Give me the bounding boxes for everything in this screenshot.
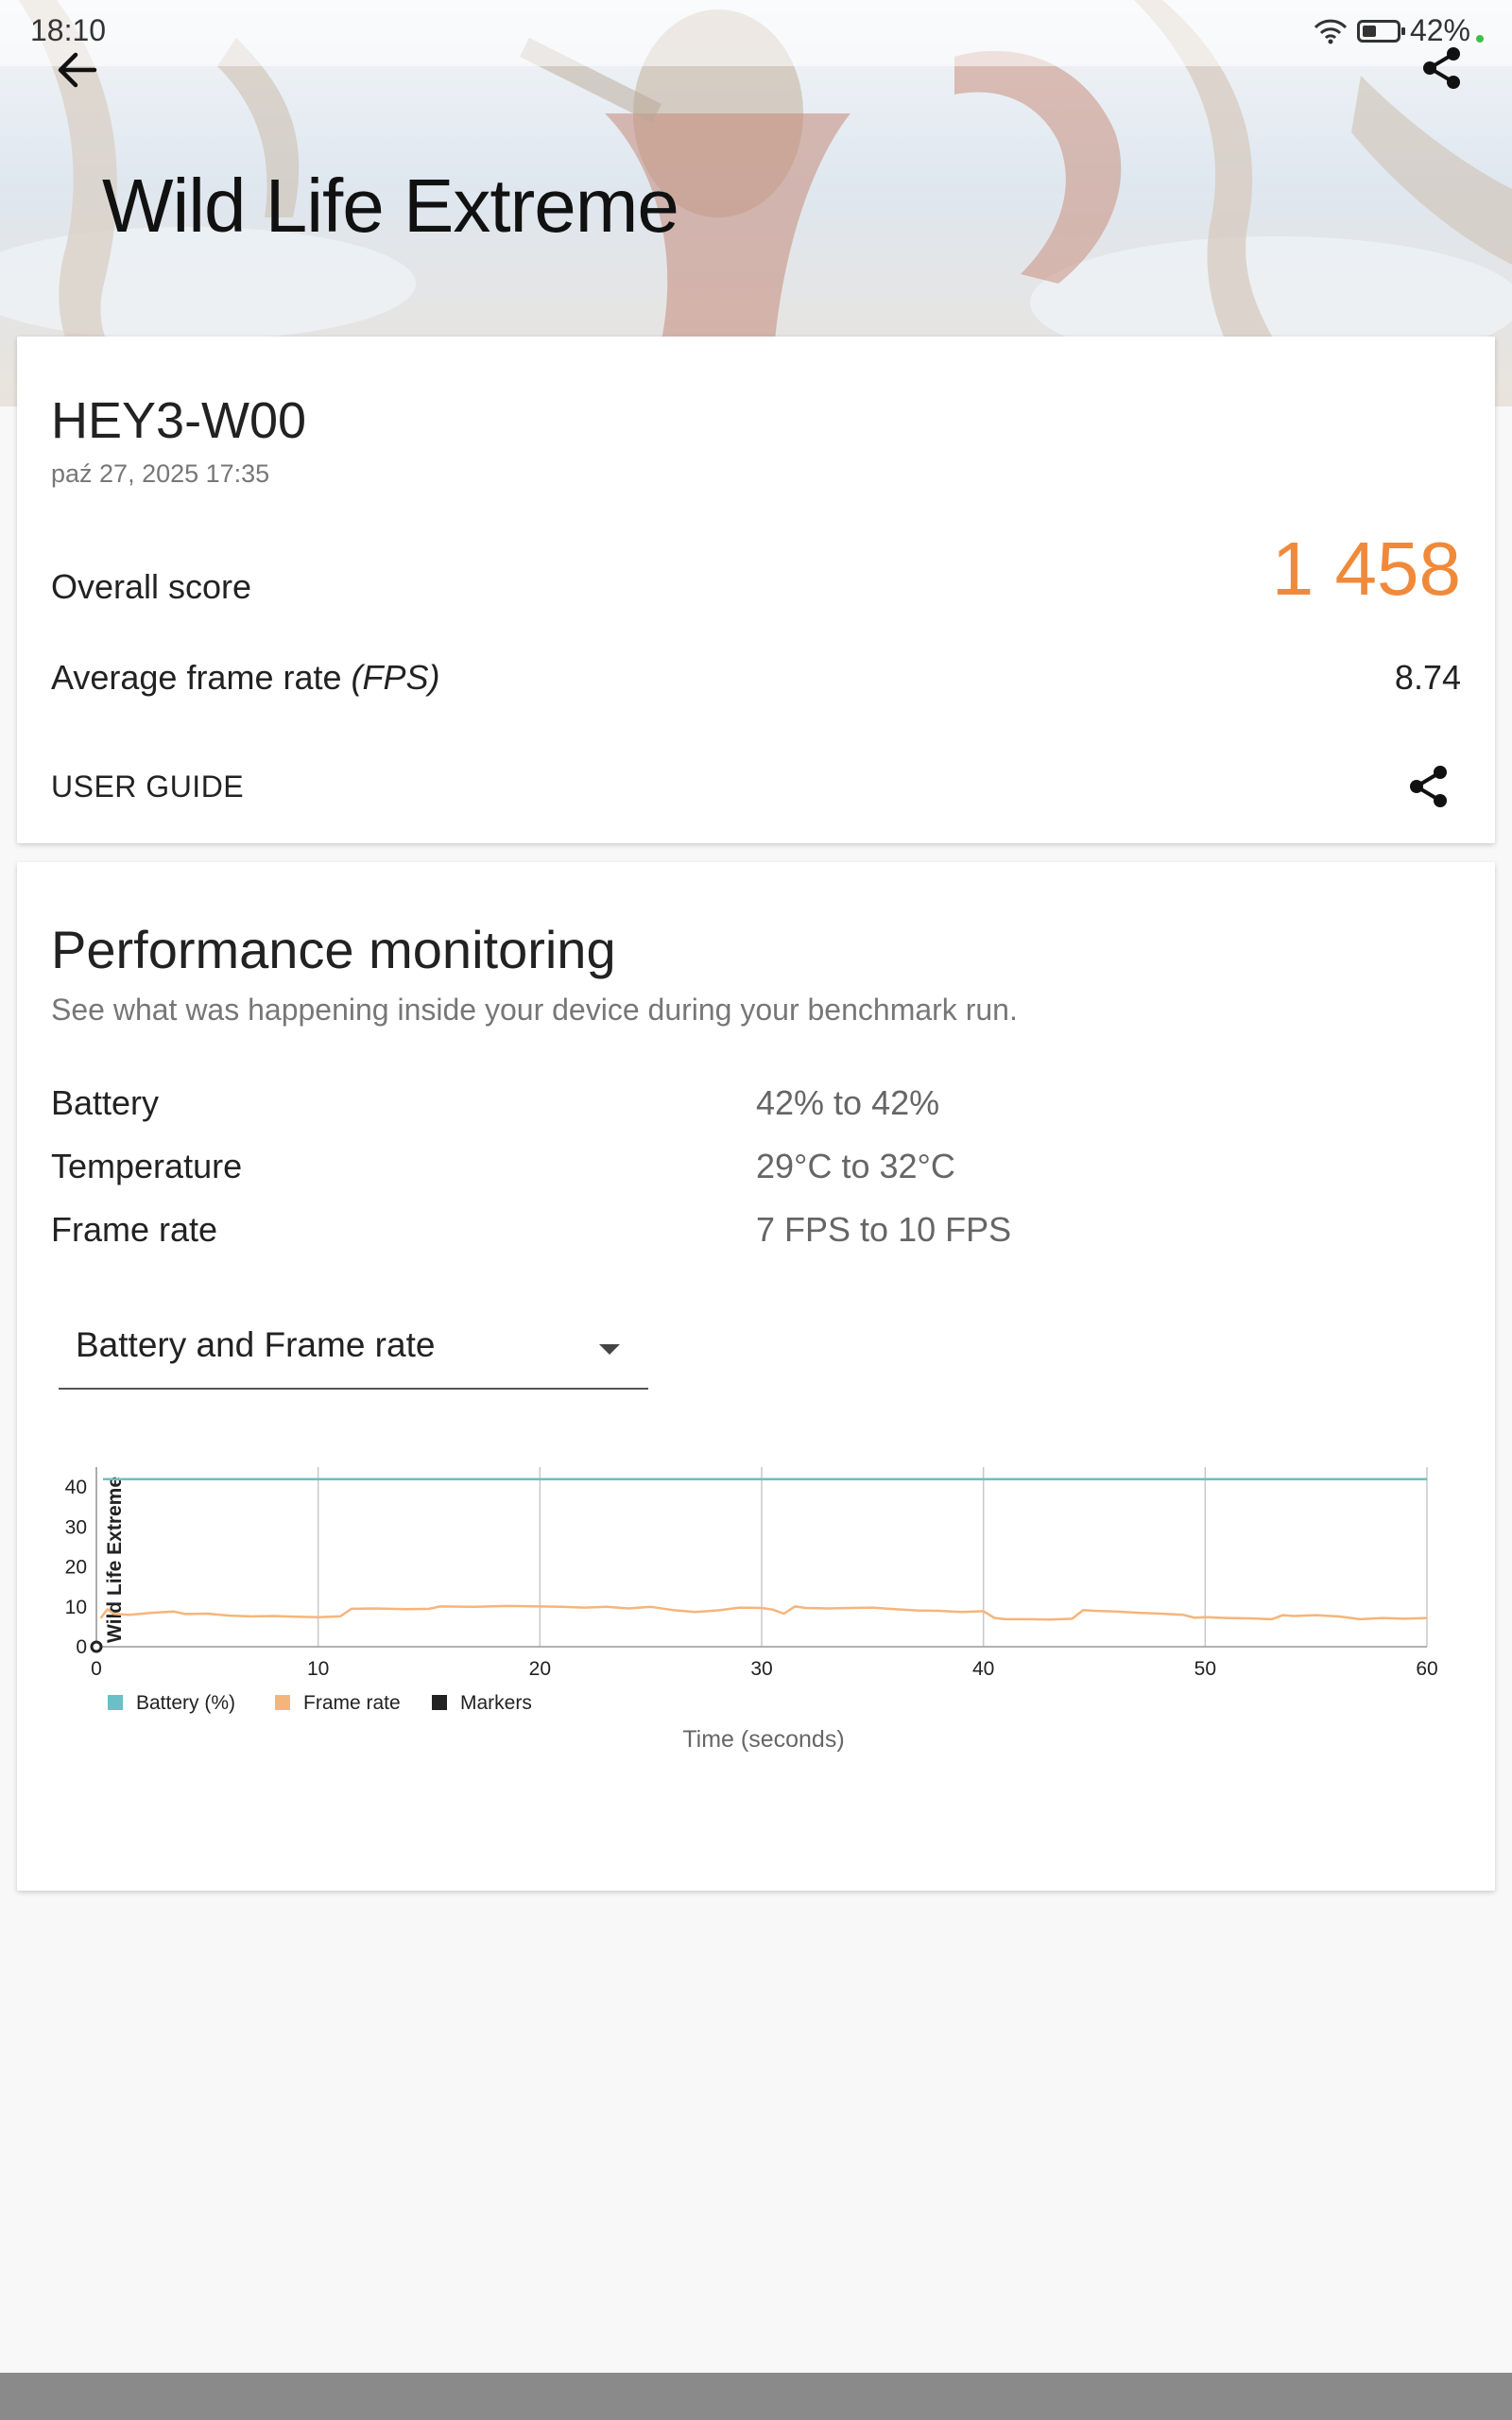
result-date: paź 27, 2025 17:35 — [51, 459, 270, 488]
average-fps-label-text: Average frame rate — [51, 658, 352, 697]
temperature-label: Temperature — [51, 1147, 243, 1185]
y-tick-label: 0 — [76, 1636, 87, 1658]
legend-label: Battery (%) — [136, 1692, 235, 1714]
frame-rate-label: Frame rate — [51, 1210, 218, 1249]
page-title: Wild Life Extreme — [102, 164, 679, 248]
frame-rate-range: 7 FPS to 10 FPS — [756, 1210, 1012, 1249]
origin-marker — [90, 1640, 103, 1653]
performance-monitoring-card: Performance monitoring See what was happ… — [17, 862, 1495, 1891]
user-guide-button[interactable]: USER GUIDE — [51, 769, 244, 804]
x-tick-label: 20 — [529, 1658, 551, 1680]
battery-label: Battery — [51, 1083, 160, 1122]
y-tick-label: 10 — [65, 1597, 87, 1618]
y-tick-label: 20 — [65, 1557, 87, 1579]
legend-swatch — [108, 1695, 123, 1710]
status-time: 18:10 — [30, 13, 107, 47]
caret-down-icon — [599, 1344, 620, 1355]
chart-svg: 0 10 20 30 40 50 60 0 10 20 30 40 Wild Life Extreme B… — [65, 1467, 1438, 1753]
back-arrow-icon[interactable] — [53, 45, 102, 95]
battery-range: 42% to 42% — [756, 1083, 940, 1122]
navigation-bar — [0, 2373, 1512, 2420]
performance-chart: 0 10 20 30 40 50 60 0 10 20 30 40 Wild Life Extreme B… — [17, 1448, 1495, 1883]
chart-series-dropdown[interactable]: Battery and Frame rate — [59, 1306, 648, 1390]
legend-swatch — [275, 1695, 290, 1710]
chart-series-label: Wild Life Extreme — [104, 1477, 126, 1643]
temperature-range: 29°C to 32°C — [756, 1147, 955, 1185]
share-icon[interactable] — [1418, 43, 1467, 93]
y-tick-label: 30 — [65, 1516, 87, 1538]
result-card: HEY3-W00 paź 27, 2025 17:35 Overall scor… — [17, 337, 1495, 843]
section-subtitle: See what was happening inside your devic… — [51, 993, 1018, 1027]
legend-swatch — [432, 1695, 447, 1710]
x-tick-label: 40 — [972, 1658, 994, 1680]
average-fps-value: 8.74 — [1394, 658, 1461, 697]
section-title: Performance monitoring — [51, 920, 616, 979]
x-axis-title: Time (seconds) — [682, 1726, 844, 1753]
overall-score-value: 1 458 — [1271, 527, 1461, 611]
charging-dot-icon — [1476, 34, 1484, 43]
x-tick-label: 10 — [307, 1658, 329, 1680]
x-tick-label: 60 — [1416, 1658, 1437, 1680]
battery-icon — [1356, 19, 1405, 43]
x-tick-label: 50 — [1194, 1658, 1216, 1680]
x-tick-label: 0 — [91, 1658, 102, 1680]
y-tick-label: 40 — [65, 1477, 87, 1498]
average-fps-label: Average frame rate (FPS) — [51, 658, 440, 698]
dropdown-selected-value: Battery and Frame rate — [76, 1325, 436, 1364]
overall-score-label: Overall score — [51, 567, 252, 606]
average-fps-unit: (FPS) — [351, 658, 440, 697]
legend-label: Markers — [460, 1692, 532, 1714]
series-line — [99, 1604, 1428, 1621]
share-result-icon[interactable] — [1404, 762, 1453, 811]
wifi-icon — [1314, 19, 1348, 43]
x-tick-label: 30 — [750, 1658, 772, 1680]
device-name: HEY3-W00 — [51, 392, 307, 449]
legend-label: Frame rate — [303, 1692, 401, 1714]
